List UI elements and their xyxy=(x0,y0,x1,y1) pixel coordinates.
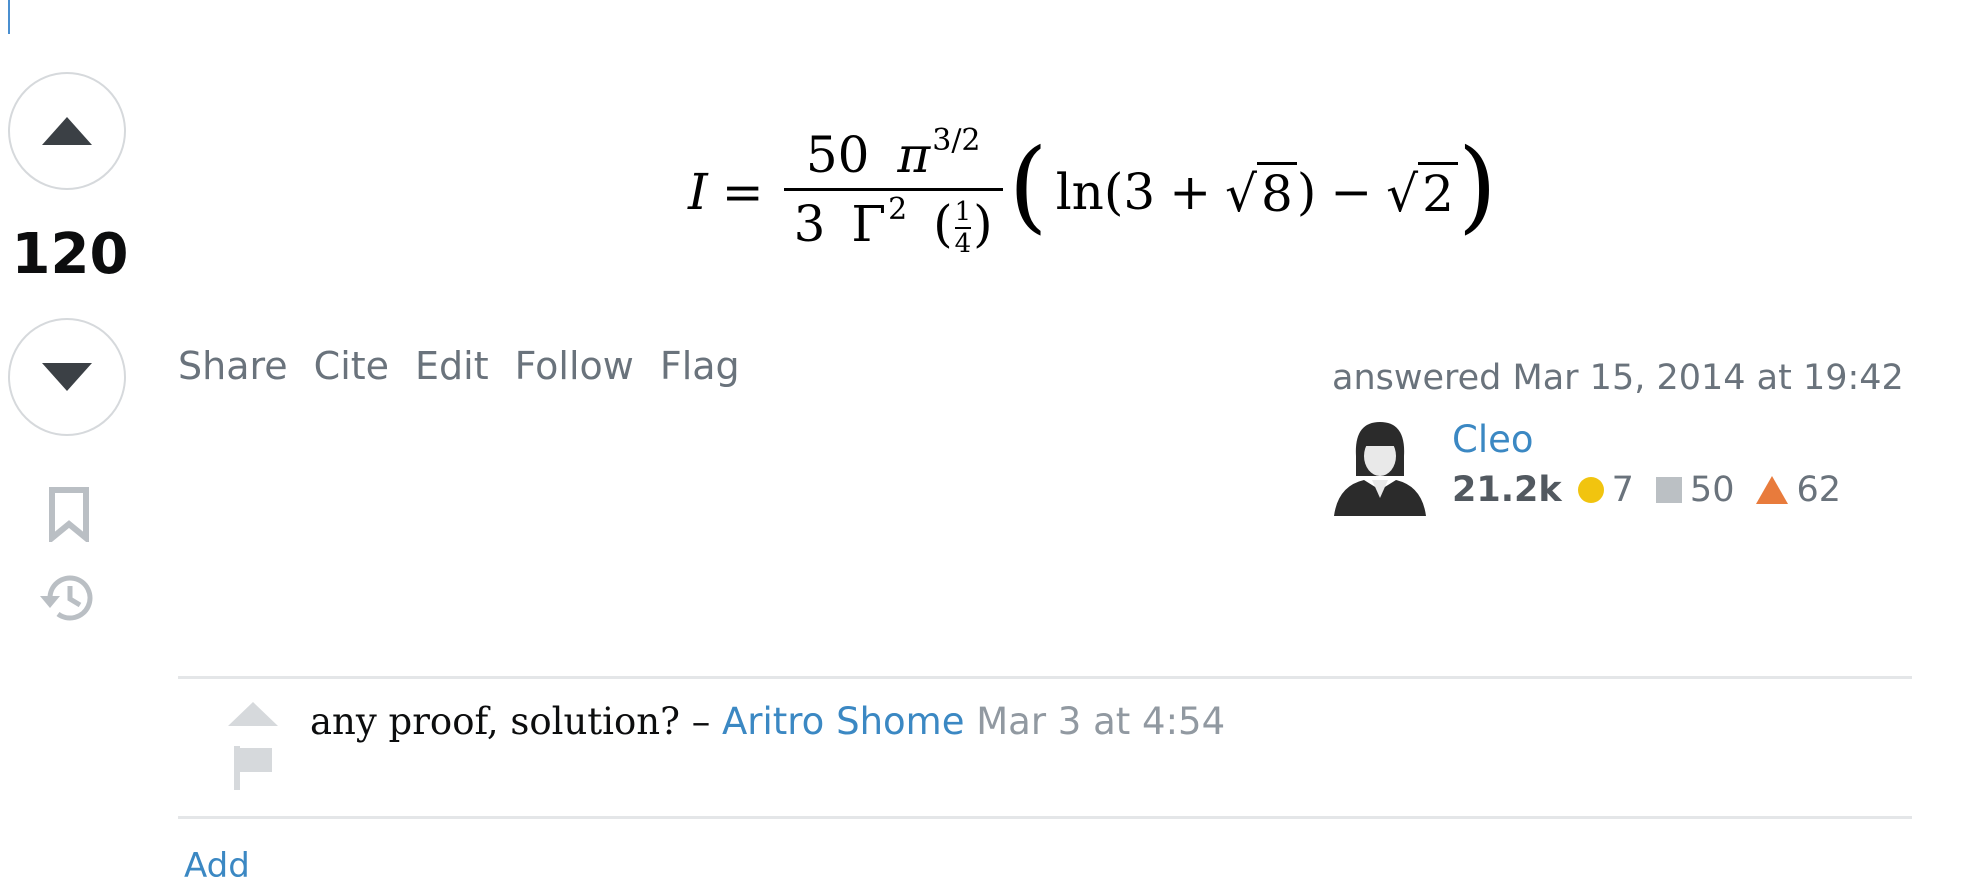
gold-badge-icon xyxy=(1577,477,1604,503)
big-open-paren: ( xyxy=(1008,127,1048,244)
user-stats: 21.2k 7 50 62 xyxy=(1452,470,1863,510)
sqrt-two: √ 2 xyxy=(1386,161,1458,223)
downvote-button[interactable] xyxy=(8,318,126,436)
vote-count: 120 xyxy=(11,222,129,287)
bronze-badge-icon xyxy=(1756,476,1789,504)
history-button[interactable] xyxy=(36,568,100,632)
comment-body: any proof, solution? – Aritro Shome Mar … xyxy=(310,700,1225,743)
silver-badge-icon xyxy=(1655,477,1682,503)
denominator-coefficient: 3 xyxy=(793,194,826,253)
comments-bottom-divider xyxy=(178,816,1912,819)
quarter-numerator: 1 xyxy=(954,196,972,227)
user-name-link[interactable]: Cleo xyxy=(1452,418,1534,461)
user-avatar-icon xyxy=(1334,422,1426,516)
comment-author-link[interactable]: Aritro Shome xyxy=(722,700,965,743)
pi-symbol: π xyxy=(897,125,931,184)
formula-fraction: 50 π3/2 3 Γ2 (1 4) xyxy=(783,122,1003,259)
ln-open-paren: ( xyxy=(1103,163,1124,221)
gold-badge-count: 7 xyxy=(1611,470,1634,510)
text-cursor xyxy=(8,0,10,34)
edit-link[interactable]: Edit xyxy=(415,344,489,388)
reputation-score: 21.2k xyxy=(1452,470,1562,510)
gamma-exponent: 2 xyxy=(888,191,908,227)
history-icon xyxy=(40,575,93,621)
comments-top-divider xyxy=(178,676,1912,679)
upvote-button[interactable] xyxy=(8,72,126,190)
comment-timestamp[interactable]: Mar 3 at 4:54 xyxy=(976,700,1225,743)
ln-operator: ln xyxy=(1055,163,1104,221)
avatar[interactable] xyxy=(1330,416,1430,516)
quarter-fraction: 14 xyxy=(954,196,972,259)
three-term: 3 xyxy=(1123,163,1156,221)
flag-link[interactable]: Flag xyxy=(660,344,740,388)
share-link[interactable]: Share xyxy=(178,344,288,388)
silver-badge-count: 50 xyxy=(1689,470,1735,510)
minus-operator: − xyxy=(1330,163,1373,221)
post-menu: Share Cite Edit Follow Flag xyxy=(178,344,740,388)
comment-upvote-button[interactable] xyxy=(228,702,278,730)
flag-icon xyxy=(234,746,272,790)
formula-numerator: 50 π3/2 xyxy=(796,122,991,188)
math-formula: I = 50 π3/2 3 Γ2 (1 4) ( ln(3 + √ 8) − √ 2 … xyxy=(688,112,1497,272)
formula-equals: = xyxy=(721,163,764,221)
sqrt-eight: √ 8 xyxy=(1225,161,1297,223)
comment-flag-button[interactable] xyxy=(234,746,274,794)
add-comment-link[interactable]: Add xyxy=(184,846,250,886)
radical-sign: √ xyxy=(1386,164,1419,223)
formula-denominator: 3 Γ2 (1 4) xyxy=(783,187,1003,259)
quarter-close-paren: ) xyxy=(973,194,993,253)
arrow-up-icon xyxy=(42,117,92,145)
two-radicand: 2 xyxy=(1418,161,1458,223)
quarter-denominator: 4 xyxy=(954,226,972,259)
comment-upvote-icon xyxy=(228,702,278,726)
numerator-coefficient: 50 xyxy=(805,125,870,184)
comment-text: any proof, solution? – xyxy=(310,700,722,743)
pi-exponent: 3/2 xyxy=(932,122,981,158)
bronze-badge-count: 62 xyxy=(1796,470,1842,510)
bookmark-button[interactable] xyxy=(40,486,98,546)
ln-close-paren: ) xyxy=(1296,163,1317,221)
answered-timestamp: answered Mar 15, 2014 at 19:42 xyxy=(1332,358,1904,398)
arrow-down-icon xyxy=(42,363,92,391)
follow-link[interactable]: Follow xyxy=(515,344,634,388)
eight-radicand: 8 xyxy=(1257,161,1297,223)
quarter-open-paren: ( xyxy=(933,194,953,253)
plus-operator: + xyxy=(1169,163,1212,221)
cite-link[interactable]: Cite xyxy=(314,344,389,388)
radical-sign: √ xyxy=(1225,164,1257,223)
gamma-symbol: Γ xyxy=(851,194,887,253)
bookmark-icon xyxy=(49,487,89,545)
formula-lhs: I xyxy=(688,163,708,221)
big-close-paren: ) xyxy=(1457,127,1497,244)
